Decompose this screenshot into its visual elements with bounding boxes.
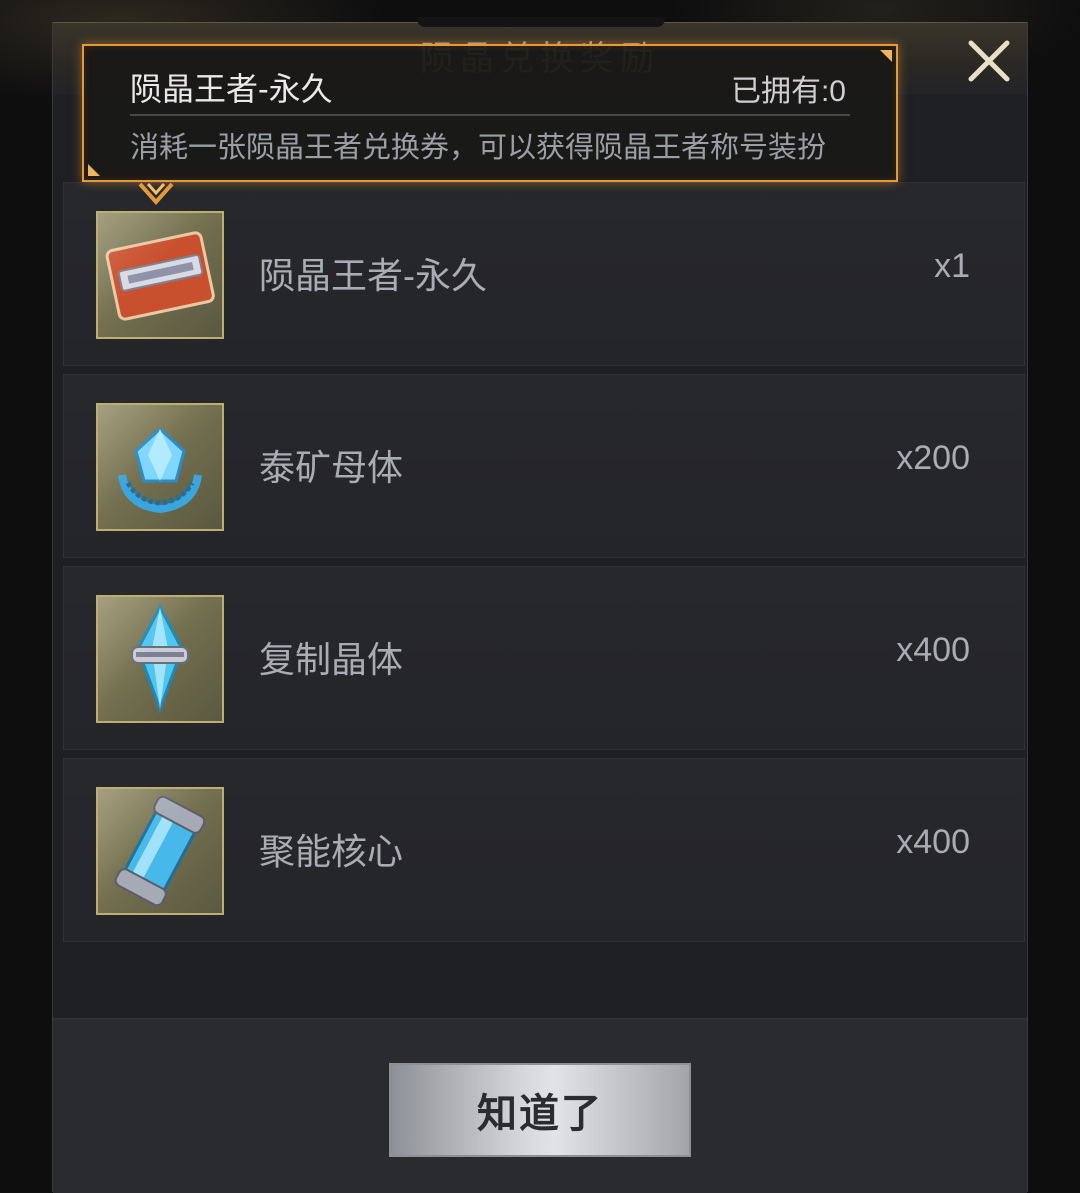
confirm-button-label: 知道了 <box>477 1092 603 1136</box>
reward-quantity: x400 <box>896 823 970 861</box>
tooltip-pointer-icon <box>138 182 174 206</box>
reward-quantity: x200 <box>896 439 970 477</box>
close-button[interactable] <box>961 33 1017 89</box>
thumbnail-shine <box>98 597 222 721</box>
reward-quantity: x1 <box>934 247 970 285</box>
thumbnail-shine <box>98 789 222 913</box>
tooltip-item-name: 陨晶王者-永久 <box>130 71 333 107</box>
reward-name: 聚能核心 <box>259 831 404 872</box>
reward-row[interactable]: 泰矿母体 x200 <box>63 374 1025 558</box>
reward-name: 泰矿母体 <box>259 447 404 488</box>
reward-row[interactable]: 聚能核心 x400 <box>63 758 1025 942</box>
reward-thumbnail <box>96 595 224 723</box>
tooltip-corner <box>88 164 100 176</box>
reward-row[interactable]: 陨晶王者-永久 x1 <box>63 182 1025 366</box>
reward-name: 陨晶王者-永久 <box>259 255 487 296</box>
reward-quantity: x400 <box>896 631 970 669</box>
reward-dialog: 陨晶兑换奖励 陨晶王者-永久 x1 <box>52 17 1028 1193</box>
dialog-footer: 知道了 <box>53 1018 1027 1193</box>
header-notch <box>417 17 665 27</box>
item-tooltip: 陨晶王者-永久 已拥有:0 消耗一张陨晶王者兑换券，可以获得陨晶王者称号装扮 <box>82 44 898 182</box>
tooltip-divider <box>130 114 850 116</box>
tooltip-owned-count: 已拥有:0 <box>730 75 846 108</box>
thumbnail-shine <box>98 213 222 337</box>
reward-thumbnail <box>96 403 224 531</box>
thumbnail-shine <box>98 405 222 529</box>
close-icon <box>968 40 1010 82</box>
confirm-button[interactable]: 知道了 <box>389 1063 691 1157</box>
tooltip-corner <box>880 50 892 62</box>
tooltip-description: 消耗一张陨晶王者兑换券，可以获得陨晶王者称号装扮 <box>130 132 827 164</box>
reward-row[interactable]: 复制晶体 x400 <box>63 566 1025 750</box>
reward-name: 复制晶体 <box>259 639 404 680</box>
reward-thumbnail <box>96 211 224 339</box>
reward-thumbnail <box>96 787 224 915</box>
